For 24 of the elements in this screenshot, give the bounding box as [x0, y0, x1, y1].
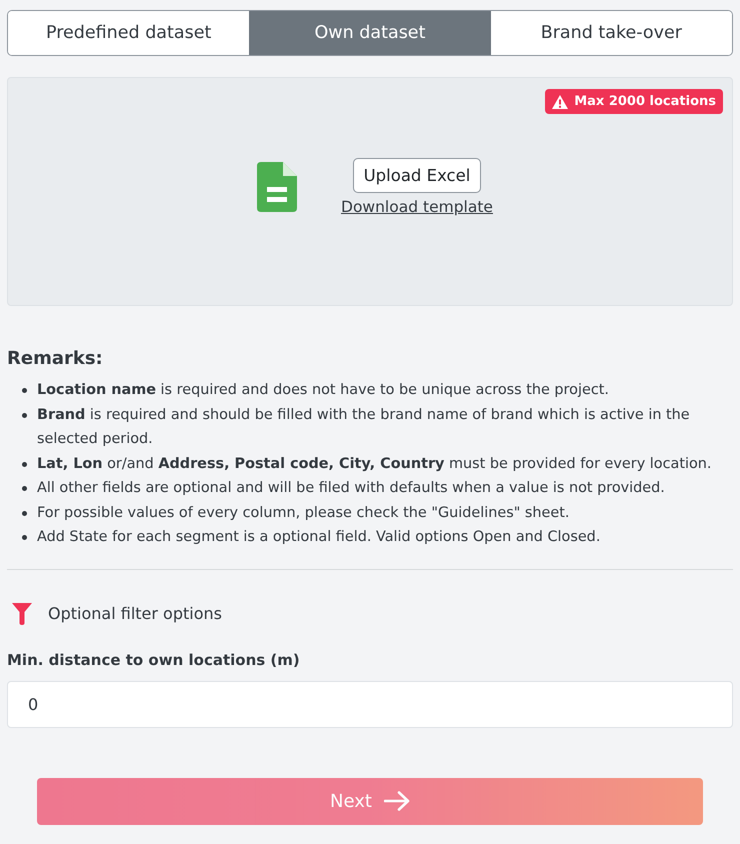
- remarks-heading: Remarks:: [7, 348, 104, 369]
- remark-text: For possible values of every column, please check the "Guidelines" sheet.: [37, 504, 570, 522]
- bullet-icon: [22, 510, 27, 516]
- bullet-icon: [22, 535, 27, 540]
- upload-excel-button[interactable]: Upload Excel: [352, 158, 482, 192]
- remark-text: All other fields are optional and will be filed with defaults when a value is not provided.: [37, 479, 665, 498]
- remark-text: Brand is required and should be filled with the brand name of brand which is active in the selected period.: [37, 406, 691, 449]
- bullet-icon: [22, 486, 27, 491]
- remark-text: Add State for each segment is a optional field. Valid options Open and Closed.: [37, 528, 600, 547]
- remark-text: Location name is required and does not have to be unique across the project.: [37, 381, 609, 400]
- filter-section-title: Optional filter options: [48, 604, 222, 623]
- distance-input[interactable]: 0: [7, 680, 733, 728]
- filter-icon: [12, 602, 32, 624]
- download-template-link[interactable]: Download template: [341, 198, 493, 216]
- bullet-icon: [22, 462, 27, 466]
- limit-badge-text: Max 2000 locations: [574, 94, 716, 109]
- document-icon: [257, 162, 298, 212]
- warning-icon: [552, 94, 568, 108]
- bullet-icon: [22, 388, 27, 393]
- remark-text: Lat, Lon or/and Address, Postal code, City, Country must be provided for every location.: [37, 454, 712, 474]
- bullet-icon: [22, 412, 27, 418]
- tab[interactable]: Own dataset: [249, 11, 491, 55]
- field-label: Min. distance to own locations (m): [7, 650, 301, 668]
- arrow-right-icon: [384, 791, 410, 811]
